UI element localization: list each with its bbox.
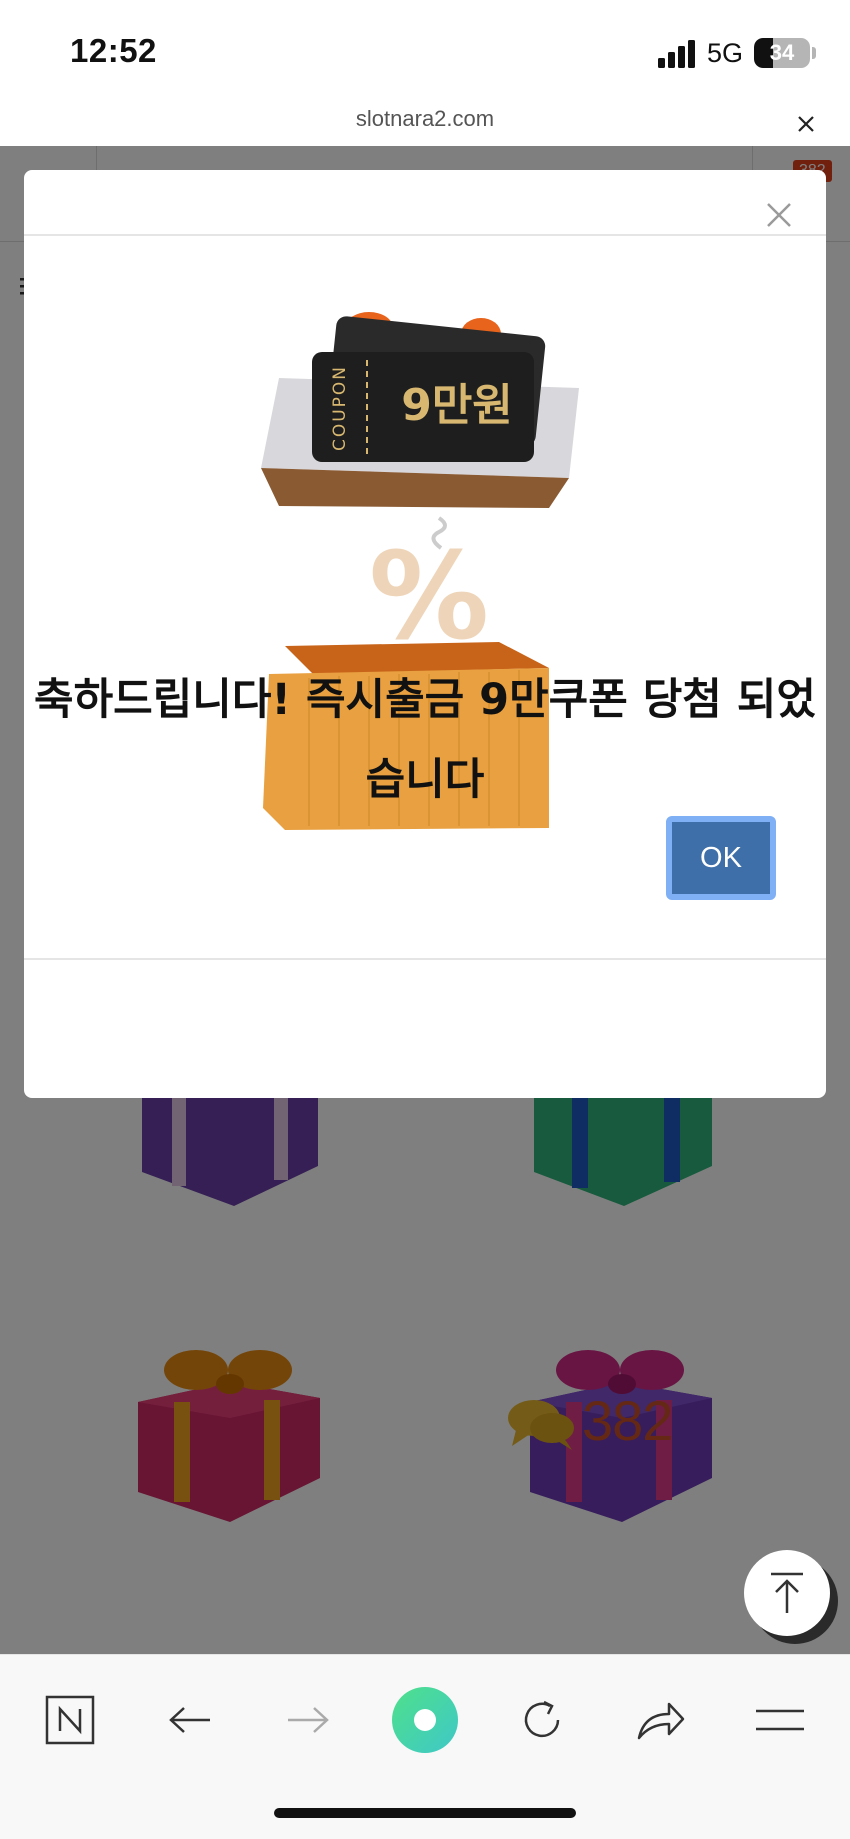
status-bar: 12:52 5G 34 [0,0,850,100]
status-time: 12:52 [70,32,157,69]
share-icon [637,1702,685,1740]
modal-footer [24,958,826,1098]
green-circle-icon [392,1687,458,1753]
network-label: 5G [707,38,744,68]
naver-n-icon [45,1695,95,1745]
coupon-amount: 9만원 [401,380,513,431]
coupon-modal: COUPON 9만원 % 축하드립니다! 즉시출금 9만쿠폰 당첨 되었습니다 [24,170,826,1098]
signal-icon [658,40,695,68]
forward-button[interactable] [273,1685,343,1755]
menu-button[interactable] [745,1685,815,1755]
ok-button[interactable]: OK [666,816,776,900]
coupon-word: COUPON [330,365,350,451]
arrow-up-icon [771,1572,803,1613]
url-bar[interactable]: slotnara2.com [0,100,850,146]
share-button[interactable] [625,1685,695,1755]
battery-nub [812,47,816,59]
back-button[interactable] [155,1685,225,1755]
hamburger-menu-icon [756,1709,804,1731]
naver-home-button[interactable] [35,1685,105,1755]
battery-icon: 34 [754,38,810,68]
arrow-right-icon [288,1707,329,1733]
arrow-left-icon [169,1707,210,1733]
close-icon[interactable] [764,200,794,230]
scroll-top-button[interactable] [744,1550,830,1636]
modal-header [24,170,826,236]
home-indicator [274,1808,576,1818]
reload-icon [524,1700,560,1738]
close-icon[interactable] [790,108,822,140]
url-text[interactable]: slotnara2.com [0,106,850,132]
modal-message: 축하드립니다! 즉시출금 9만쿠폰 당첨 되었습니다 [34,675,816,805]
reload-button[interactable] [507,1685,577,1755]
battery-level: 34 [769,40,795,65]
green-dot-button[interactable] [390,1685,460,1755]
